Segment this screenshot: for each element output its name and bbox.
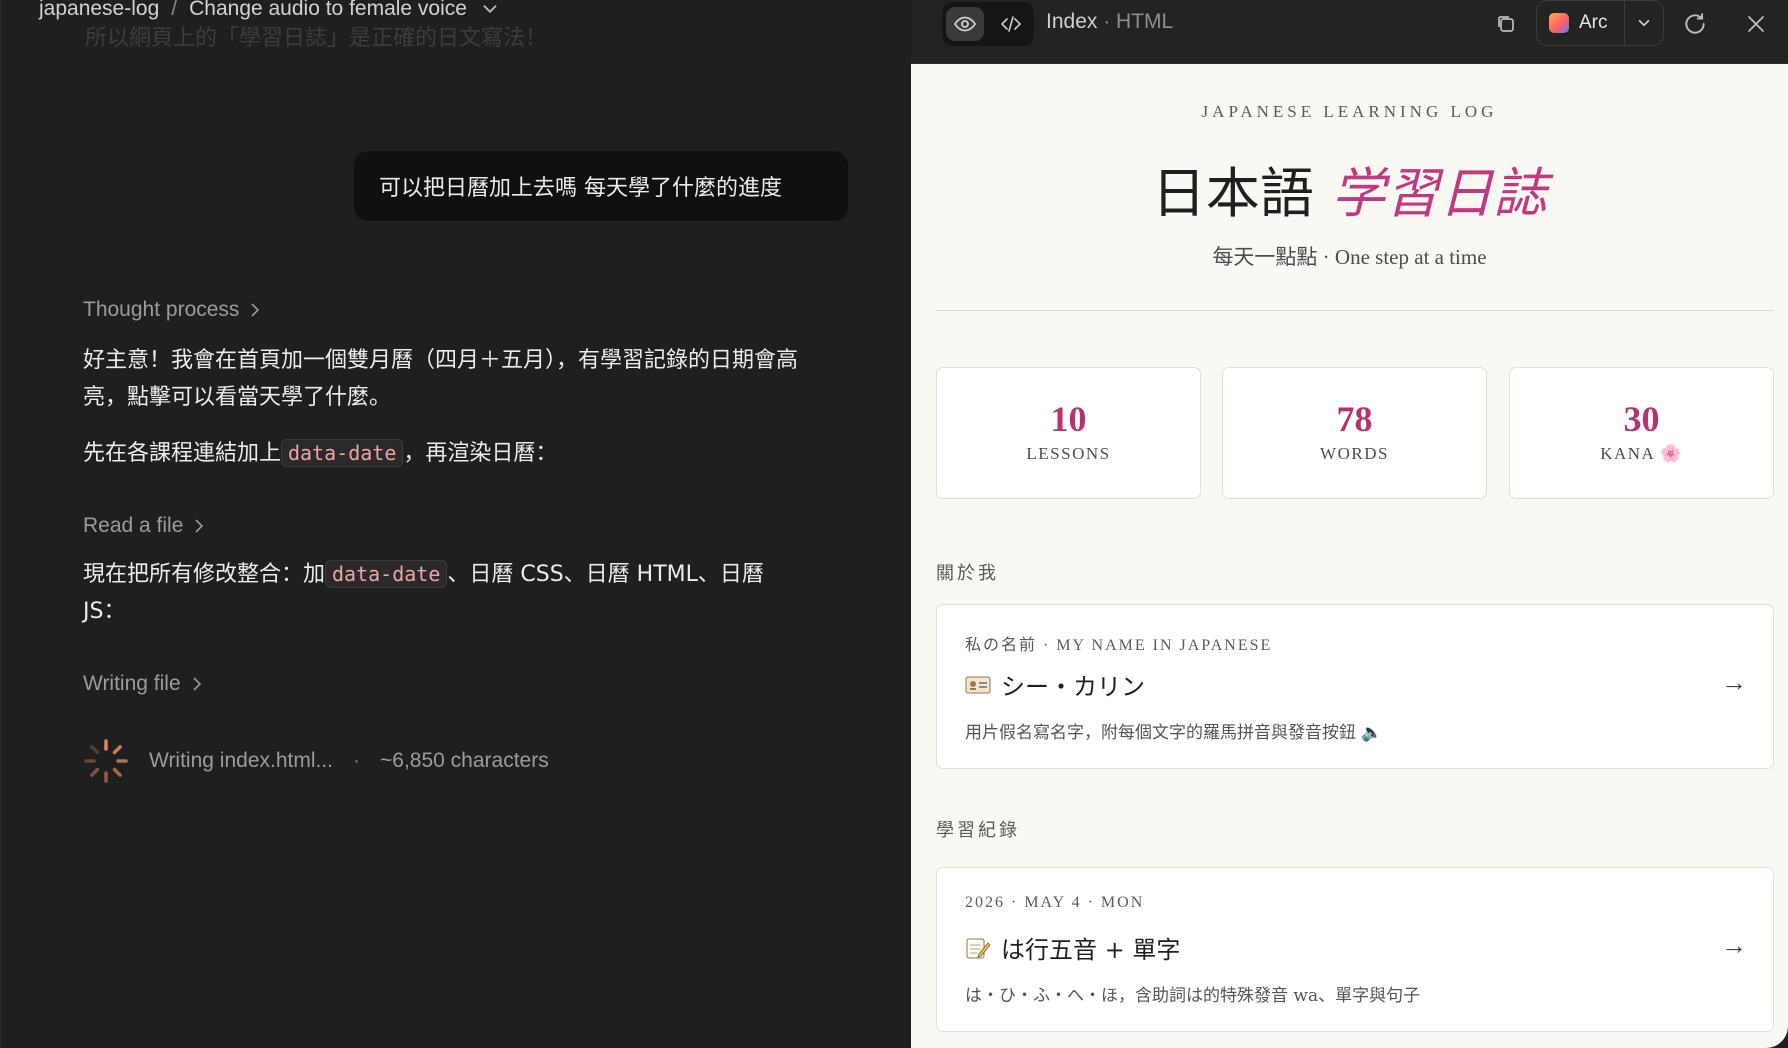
card-meta: 私の名前 · MY NAME IN JAPANESE bbox=[965, 637, 1273, 654]
arrow-right-icon: → bbox=[1721, 930, 1747, 960]
name-card[interactable]: 私の名前 · MY NAME IN JAPANESE シー・カリン 用片假名寫名… bbox=[936, 604, 1774, 769]
reply-2-text-after: ，再渲染日曆： bbox=[403, 441, 558, 466]
writing-file-label: Writing file bbox=[83, 672, 181, 695]
code-icon bbox=[1000, 16, 1022, 32]
arrow-right-icon: → bbox=[1721, 667, 1747, 697]
chevron-down-icon[interactable] bbox=[479, 0, 501, 20]
entry-date: 2026 · MAY 4 · MON bbox=[965, 894, 1145, 911]
writing-file-toggle[interactable]: Writing file bbox=[83, 672, 203, 696]
assistant-reply-1: 好主意！我會在首頁加一個雙月曆（四月＋五月），有學習記錄的日期會高亮，點擊可以看… bbox=[83, 348, 799, 410]
assistant-reply-2: 先在各課程連結加上 data-date ，再渲染日曆： bbox=[83, 435, 803, 472]
close-icon bbox=[1748, 16, 1764, 32]
breadcrumb-separator: / bbox=[171, 0, 178, 20]
copy-icon bbox=[1498, 16, 1514, 32]
chevron-down-icon bbox=[1638, 19, 1650, 27]
reply-3-text-before: 現在把所有修改整合：加 bbox=[83, 562, 326, 587]
memo-icon bbox=[966, 938, 991, 958]
user-message: 可以把日曆加上去嗎 每天學了什麼的進度 bbox=[354, 151, 848, 221]
open-in-arc-button[interactable]: Arc bbox=[1537, 1, 1625, 45]
refresh-icon bbox=[1685, 13, 1705, 34]
reload-button[interactable] bbox=[1677, 8, 1713, 40]
read-file-toggle[interactable]: Read a file bbox=[83, 514, 205, 538]
assistant-reply-3: 現在把所有修改整合：加 data-date 、日曆 CSS、日曆 HTML、日曆 J… bbox=[83, 556, 803, 630]
stat-value: 30 bbox=[1623, 399, 1660, 439]
browser-dropdown-button[interactable] bbox=[1625, 14, 1663, 32]
page-title: 日本語 学習日誌 bbox=[911, 149, 1788, 228]
copy-button[interactable] bbox=[1488, 8, 1524, 40]
inline-code: data-date bbox=[281, 439, 404, 467]
writing-file-name: Writing index.html... bbox=[149, 749, 334, 772]
title-main: 日本語 bbox=[1151, 162, 1314, 225]
divider bbox=[936, 310, 1774, 311]
entry-title-text: は行五音 + 單字 bbox=[1001, 936, 1181, 964]
file-title: Index bbox=[1046, 10, 1098, 33]
code-mode-button[interactable] bbox=[992, 7, 1030, 41]
browser-name: Arc bbox=[1579, 12, 1608, 33]
stat-label: LESSONS bbox=[1026, 444, 1111, 463]
read-file-label: Read a file bbox=[83, 514, 184, 537]
stat-value: 78 bbox=[1336, 399, 1373, 439]
card-description: 用片假名寫名字，附每個文字的羅馬拼音與發音按鈕 🔈 bbox=[965, 723, 1383, 743]
stat-value: 10 bbox=[1050, 399, 1087, 439]
preview-panel: Index · HTML Arc JAPANESE LEARNING LOG 日… bbox=[911, 0, 1788, 1048]
entry-title: は行五音 + 單字 bbox=[965, 930, 1180, 965]
inline-code: data-date bbox=[325, 560, 448, 588]
close-button[interactable] bbox=[1738, 8, 1774, 40]
view-mode-toggle bbox=[942, 2, 1034, 46]
log-entry-card[interactable]: 2026 · MAY 4 · MON は行五音 + 單字 は・ひ・ふ・へ・ほ，含… bbox=[936, 867, 1774, 1032]
preview-toolbar: Index · HTML Arc bbox=[911, 0, 1788, 64]
thought-process-toggle[interactable]: Thought process bbox=[83, 298, 261, 322]
thought-process-label: Thought process bbox=[83, 298, 240, 321]
preview-file-title: Index · HTML bbox=[1046, 10, 1173, 34]
stat-card-lessons: 10 LESSONS bbox=[936, 367, 1201, 499]
file-title-separator: · bbox=[1097, 10, 1117, 33]
breadcrumb-task[interactable]: Change audio to female voice bbox=[189, 0, 467, 21]
chevron-right-icon bbox=[195, 519, 204, 533]
entry-description: は・ひ・ふ・へ・ほ，含助詞は的特殊發音 wa、單字與句子 bbox=[965, 986, 1421, 1006]
preview-mode-button[interactable] bbox=[946, 7, 984, 41]
card-title-text: シー・カリン bbox=[1001, 673, 1145, 701]
spinner-icon bbox=[84, 739, 128, 783]
character-count: ~6,850 characters bbox=[380, 749, 549, 772]
card-title: シー・カリン bbox=[965, 667, 1145, 702]
arc-logo-icon bbox=[1549, 13, 1569, 33]
reply-2-text-before: 先在各課程連結加上 bbox=[83, 441, 282, 466]
id-card-icon bbox=[965, 676, 991, 693]
previous-message-text: 所以網頁上的「學習日誌」是正確的日文寫法！ bbox=[85, 26, 548, 51]
file-type: HTML bbox=[1116, 10, 1174, 33]
log-section-heading: 學習紀錄 bbox=[936, 820, 1020, 841]
status-separator: · bbox=[353, 749, 361, 772]
page-eyebrow: JAPANESE LEARNING LOG bbox=[1201, 102, 1498, 121]
breadcrumb: japanese-log / Change audio to female vo… bbox=[39, 0, 501, 24]
breadcrumb-project[interactable]: japanese-log bbox=[39, 0, 159, 21]
chevron-right-icon bbox=[193, 677, 201, 691]
stat-card-words: 78 WORDS bbox=[1222, 367, 1487, 499]
open-in-browser-button[interactable]: Arc bbox=[1536, 0, 1664, 46]
stat-label: WORDS bbox=[1320, 444, 1389, 463]
title-accent: 学習日誌 bbox=[1331, 162, 1548, 225]
stat-label: KANA 🌸 bbox=[1600, 444, 1683, 463]
page-tagline: 每天一點點 · One step at a time bbox=[1212, 245, 1487, 269]
about-section-heading: 關於我 bbox=[936, 563, 999, 584]
chat-panel: 所以網頁上的「學習日誌」是正確的日文寫法！ japanese-log / Cha… bbox=[0, 0, 912, 1048]
eye-icon bbox=[953, 16, 977, 32]
stat-card-kana: 30 KANA 🌸 bbox=[1509, 367, 1774, 499]
writing-status: Writing index.html... · ~6,850 character… bbox=[83, 738, 549, 784]
chevron-right-icon bbox=[251, 303, 260, 317]
